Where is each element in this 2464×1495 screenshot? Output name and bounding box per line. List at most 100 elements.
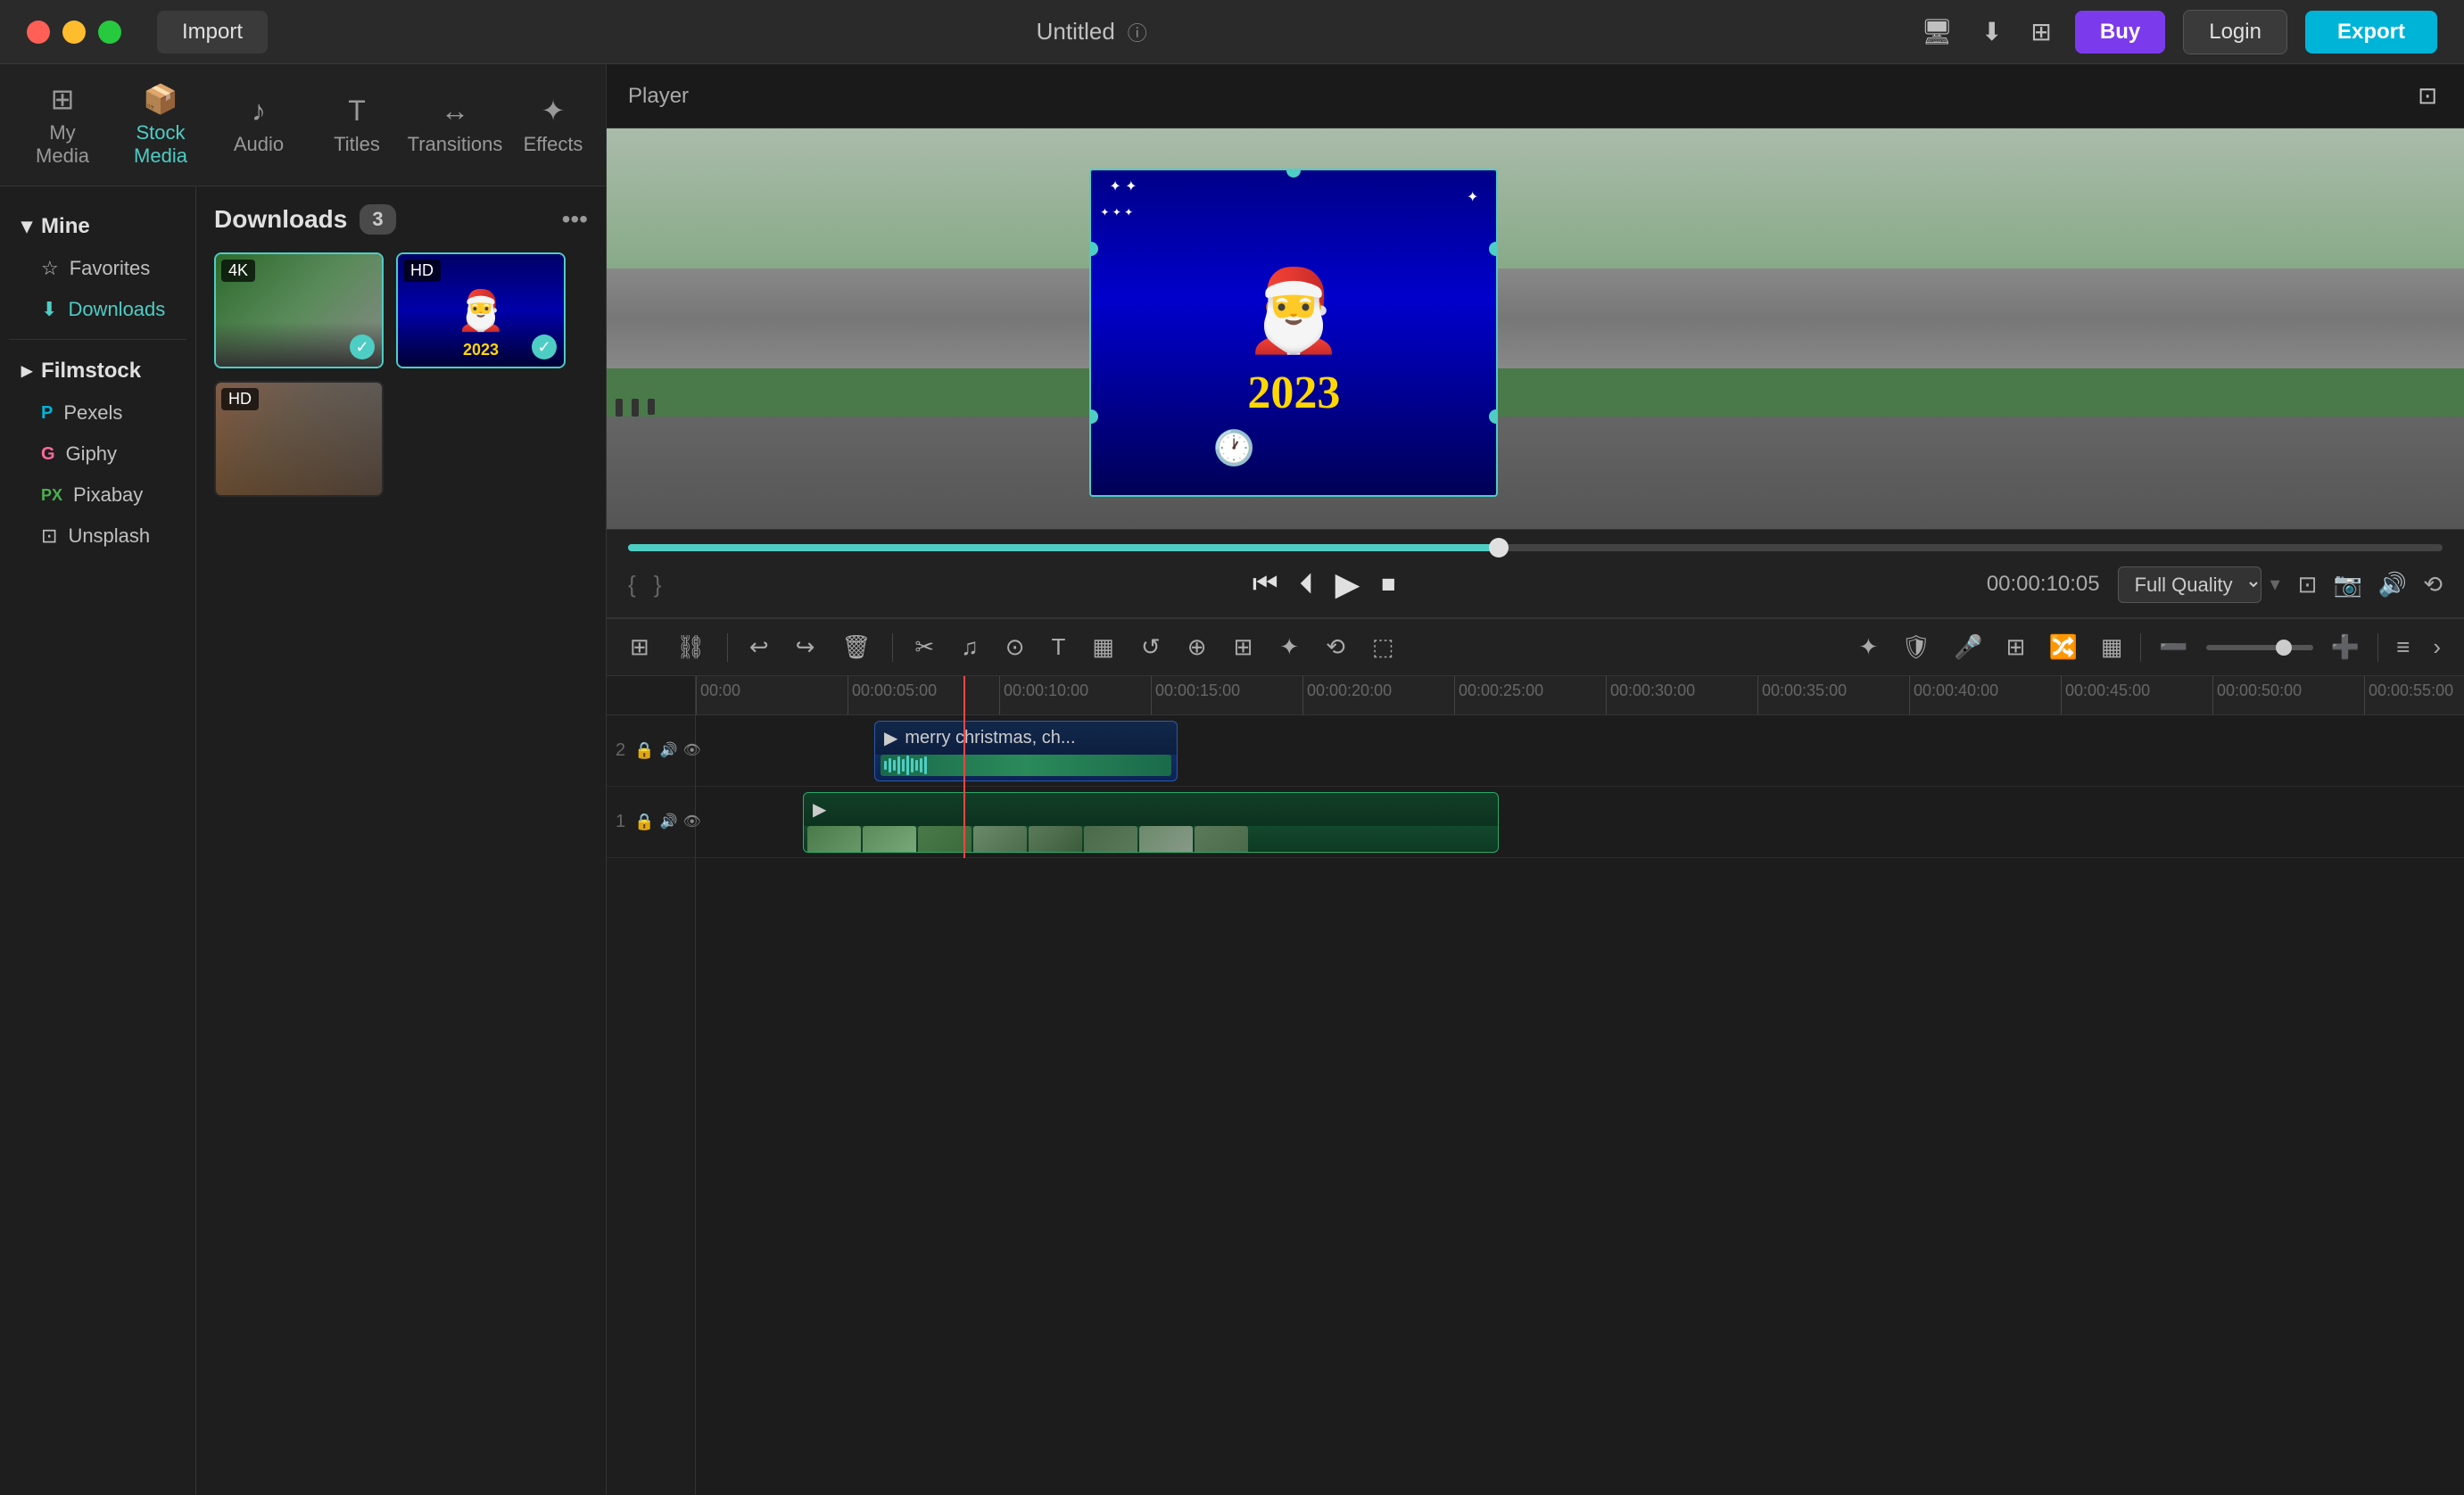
- player-area: Player ⊡: [607, 64, 2464, 617]
- main-clip[interactable]: ▶: [803, 792, 1499, 853]
- zoom-slider[interactable]: [2206, 645, 2313, 650]
- fullscreen-button[interactable]: ⊡: [2298, 571, 2318, 599]
- track-2-number: 2: [616, 740, 625, 761]
- sidebar-item-pixabay[interactable]: PX Pixabay: [9, 475, 186, 516]
- media-thumb-2[interactable]: 🎅 2023 HD ✓: [396, 252, 566, 368]
- tl-shield-button[interactable]: 🛡: [1896, 628, 1936, 666]
- tl-divider-3: [2140, 633, 2141, 662]
- player-header: Player ⊡: [607, 64, 2464, 128]
- santa-clip-overlay[interactable]: ✦ ✦ ✦ ✦ ✦ ✦ 🎅 2023 🕐: [1089, 169, 1498, 497]
- nav-tabs: ⊞ My Media 📦 Stock Media ♪ Audio T Title…: [0, 64, 606, 186]
- title-center: Untitled ⓘ: [1037, 18, 1147, 46]
- tl-audio-button[interactable]: ♫: [955, 628, 984, 666]
- monitor-icon[interactable]: 🖥: [1915, 12, 1958, 52]
- track-2-volume-icon[interactable]: 🔊: [660, 741, 678, 760]
- tl-zoom-out-button[interactable]: ➖: [2154, 628, 2193, 666]
- zoom-handle[interactable]: [2276, 640, 2292, 656]
- tab-stock-media[interactable]: 📦 Stock Media: [116, 73, 205, 177]
- tl-deselect-button[interactable]: ⊙: [1000, 628, 1030, 666]
- tl-delete-button[interactable]: 🗑: [836, 628, 876, 666]
- video-clip[interactable]: ▶ merry christmas, ch...: [874, 721, 1178, 781]
- tl-effects-button[interactable]: ✦: [1274, 628, 1304, 666]
- media-thumb-3[interactable]: HD: [214, 381, 384, 497]
- tl-shuffle-button[interactable]: 🔀: [2043, 628, 2082, 666]
- quality-select[interactable]: Full Quality: [2118, 566, 2261, 603]
- tl-redo-button[interactable]: ↪: [790, 628, 821, 666]
- right-section: Player ⊡: [607, 64, 2464, 1495]
- track-2-lock-icon[interactable]: 🔒: [634, 741, 654, 760]
- tl-brightness-button[interactable]: ✦: [1853, 628, 1883, 666]
- downloads-label: Downloads: [68, 298, 165, 321]
- volume-button[interactable]: 🔊: [2378, 571, 2407, 599]
- bracket-right: }: [654, 571, 662, 599]
- unsplash-label: Unsplash: [68, 524, 150, 548]
- tab-titles[interactable]: T Titles: [312, 86, 401, 165]
- tab-my-media[interactable]: ⊞ My Media: [18, 73, 107, 177]
- close-button[interactable]: [27, 21, 50, 44]
- screenshot-button[interactable]: 📷: [2333, 571, 2361, 599]
- ruler-mark-6: 00:00:30:00: [1606, 676, 1757, 714]
- giphy-label: Giphy: [66, 442, 117, 466]
- import-button[interactable]: Import: [157, 11, 268, 54]
- my-media-icon: ⊞: [51, 82, 75, 116]
- tl-layout-button[interactable]: ⊞: [624, 628, 655, 666]
- login-button[interactable]: Login: [2183, 10, 2287, 54]
- minimize-button[interactable]: [62, 21, 86, 44]
- ruler-marks: 00:00 00:00:05:00 00:00:10:00 00:00:15:0…: [696, 676, 2464, 714]
- sidebar-section-filmstock[interactable]: ▸ Filmstock: [9, 349, 186, 392]
- tl-link-button[interactable]: ⛓: [671, 628, 711, 666]
- transitions-icon: ↔: [441, 95, 469, 128]
- download-icon[interactable]: ⬇: [1976, 12, 2007, 52]
- stop-button[interactable]: ⏹: [1381, 567, 1395, 601]
- tl-crop-button[interactable]: ▦: [1087, 628, 1120, 666]
- tl-mic-button[interactable]: 🎤: [1948, 628, 1988, 666]
- ruler-mark-4: 00:00:20:00: [1302, 676, 1454, 714]
- sidebar-section-mine[interactable]: ▾ Mine: [9, 204, 186, 248]
- pexels-label: Pexels: [63, 401, 122, 425]
- sidebar-item-downloads[interactable]: ⬇ Downloads: [9, 289, 186, 330]
- tl-table-button[interactable]: ⊞: [2001, 628, 2031, 666]
- export-button[interactable]: Export: [2305, 11, 2437, 54]
- play-button[interactable]: ▶: [1335, 566, 1360, 603]
- tl-grid-button[interactable]: ⊞: [1228, 628, 1259, 666]
- tl-cut-button[interactable]: ✂: [909, 628, 939, 666]
- tl-undo-button[interactable]: ↩: [744, 628, 774, 666]
- tl-more-button[interactable]: ›: [2427, 628, 2446, 666]
- sidebar-item-giphy[interactable]: G Giphy: [9, 434, 186, 475]
- media-thumb-1[interactable]: 4K ✓: [214, 252, 384, 368]
- clip-main-play-icon: ▶: [813, 798, 826, 821]
- tl-undo2-button[interactable]: ⟲: [1320, 628, 1351, 666]
- tl-add-button[interactable]: ⊕: [1182, 628, 1212, 666]
- tl-waveform-button[interactable]: ⬚: [1367, 628, 1400, 666]
- sidebar-item-favorites[interactable]: ☆ Favorites: [9, 248, 186, 289]
- timeline-ruler[interactable]: 00:00 00:00:05:00 00:00:10:00 00:00:15:0…: [696, 676, 2464, 715]
- tl-text-button[interactable]: T: [1046, 628, 1071, 666]
- tab-label-transitions: Transitions: [408, 133, 503, 156]
- sidebar-item-unsplash[interactable]: ⊡ Unsplash: [9, 516, 186, 557]
- grid-icon[interactable]: ⊞: [2025, 12, 2056, 52]
- downloads-count: 3: [360, 204, 395, 235]
- info-icon[interactable]: ⓘ: [1128, 18, 1147, 46]
- settings-button[interactable]: ⟲: [2423, 571, 2443, 599]
- tl-list-button[interactable]: ≡: [2391, 628, 2415, 666]
- tl-zoom-in-button[interactable]: ➕: [2326, 628, 2365, 666]
- maximize-button[interactable]: [98, 21, 121, 44]
- ruler-mark-2: 00:00:10:00: [999, 676, 1151, 714]
- sidebar-item-pexels[interactable]: P Pexels: [9, 392, 186, 434]
- tab-effects[interactable]: ✦ Effects: [509, 85, 598, 165]
- tab-audio[interactable]: ♪ Audio: [214, 86, 303, 165]
- more-options-button[interactable]: •••: [562, 205, 588, 234]
- tl-rotate-button[interactable]: ↺: [1136, 628, 1166, 666]
- rewind-button[interactable]: ⏮: [1253, 567, 1278, 601]
- buy-button[interactable]: Buy: [2075, 11, 2165, 54]
- track-1-volume-icon[interactable]: 🔊: [660, 813, 678, 831]
- media-grid: 4K ✓ 🎅 2023 HD ✓: [214, 252, 588, 497]
- player-expand-icon[interactable]: ⊡: [2412, 77, 2443, 115]
- tl-layout2-button[interactable]: ▦: [2096, 628, 2129, 666]
- tab-transitions[interactable]: ↔ Transitions: [410, 86, 500, 165]
- track-1-lock-icon[interactable]: 🔒: [634, 813, 654, 831]
- progress-bar[interactable]: [628, 544, 2443, 551]
- progress-handle[interactable]: [1489, 538, 1509, 558]
- mine-label: Mine: [41, 214, 90, 239]
- step-back-button[interactable]: ⏴: [1300, 567, 1314, 601]
